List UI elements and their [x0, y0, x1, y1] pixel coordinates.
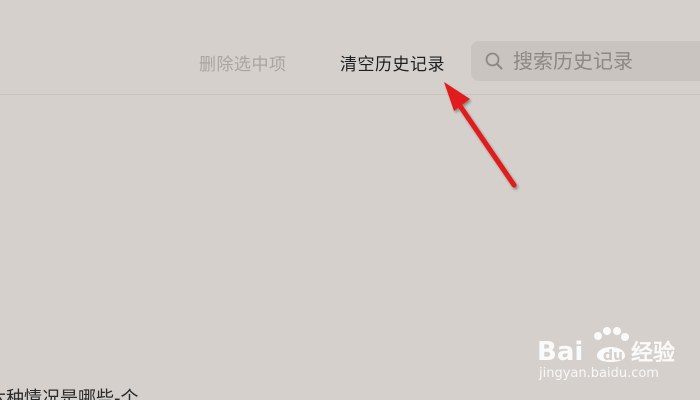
svg-text:du: du	[603, 348, 623, 364]
delete-selected-button[interactable]: 删除选中项	[199, 50, 287, 75]
toolbar-divider	[0, 94, 700, 95]
search-icon	[485, 52, 503, 70]
search-input[interactable]	[513, 41, 693, 81]
history-toolbar: 删除选中项 清空历史记录	[0, 0, 700, 95]
baidu-jingyan-watermark: Bai du 经验 jingyan.baidu.com	[535, 322, 695, 386]
svg-text:Bai: Bai	[537, 337, 583, 367]
clear-history-button[interactable]: 清空历史记录	[340, 50, 445, 75]
svg-text:经验: 经验	[631, 340, 675, 366]
watermark-url: jingyan.baidu.com	[539, 366, 659, 381]
red-arrow-icon	[444, 82, 517, 188]
baidu-logo-icon: Bai du 经验	[537, 327, 675, 367]
history-page: 删除选中项 清空历史记录 六种情况是哪些-个 Bai	[0, 0, 700, 400]
history-item-text[interactable]: 六种情况是哪些-个	[0, 384, 139, 400]
